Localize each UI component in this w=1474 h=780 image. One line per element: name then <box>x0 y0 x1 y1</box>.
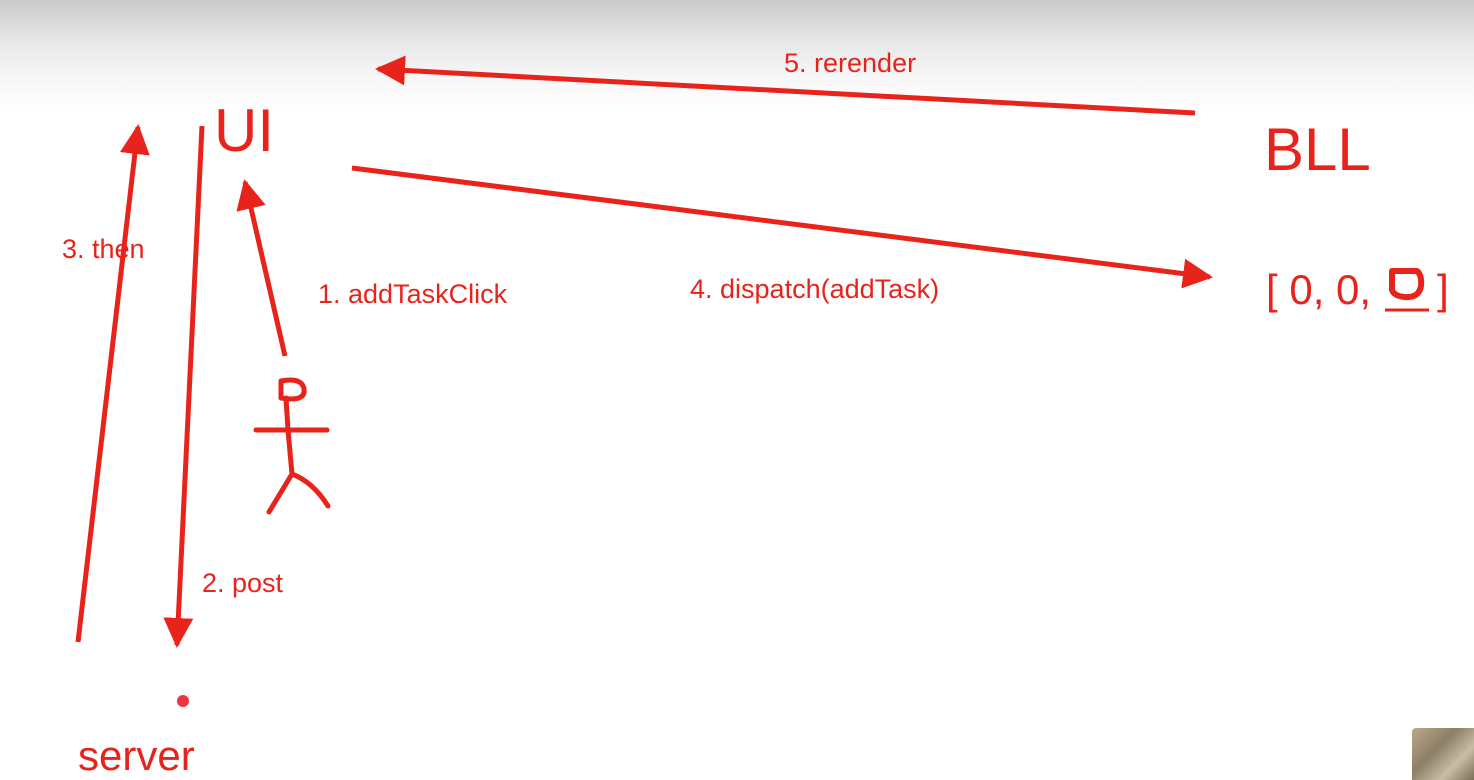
server-node-dot <box>177 695 189 707</box>
arrow-dispatch <box>351 165 1213 289</box>
edge-label-post: 2. post <box>202 568 284 598</box>
edge-label-add-task-click: 1. addTaskClick <box>318 279 508 309</box>
edge-label-rerender: 5. rerender <box>784 48 917 78</box>
bll-array-prefix: [ 0, 0, <box>1266 266 1372 313</box>
arrow-then <box>75 124 150 643</box>
node-bll-label: BLL <box>1264 116 1371 183</box>
edge-label-dispatch: 4. dispatch(addTask) <box>690 274 940 304</box>
arrow-post <box>163 125 205 648</box>
bll-array-suffix: ] <box>1437 266 1449 313</box>
bll-state-array: [ 0, 0, ] <box>1266 262 1449 318</box>
node-ui-label: UI <box>214 97 274 164</box>
webcam-thumbnail <box>1412 728 1474 780</box>
edge-label-then: 3. then <box>62 234 145 264</box>
user-stick-figure-icon <box>253 377 331 515</box>
node-server-label: server <box>78 732 195 779</box>
new-task-scribble-icon <box>1385 268 1430 312</box>
arrow-add-task-click <box>236 179 288 357</box>
